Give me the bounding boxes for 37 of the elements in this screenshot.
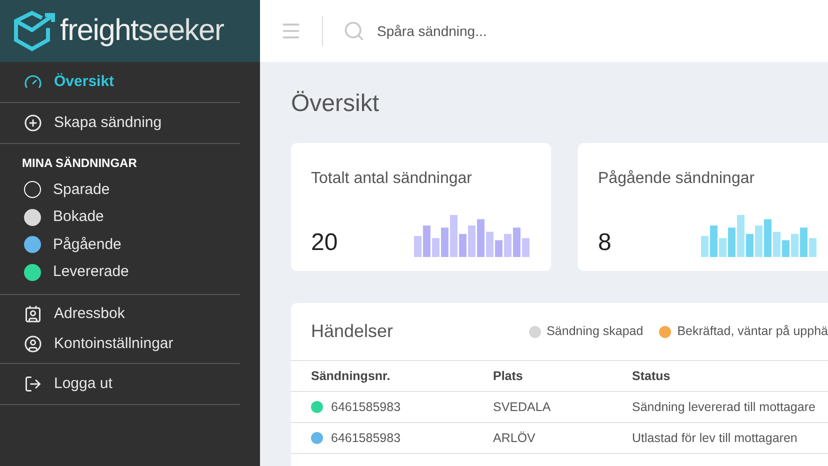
stat-value: 8 — [598, 229, 612, 257]
user-circle-icon — [24, 335, 42, 353]
logout-button[interactable]: Logga ut — [0, 364, 260, 404]
logo[interactable]: freightseeker — [0, 0, 260, 62]
card-title: Pågående sändningar — [598, 169, 756, 189]
legend-label: Bekräftad, väntar på upphä — [677, 323, 828, 340]
plus-circle-icon — [24, 114, 42, 132]
table-cell-text: Utlastad för lev till mottagaren — [632, 430, 798, 447]
logout-icon — [24, 375, 42, 393]
search-icon — [343, 20, 365, 42]
table-cell-text: 6461585983 — [331, 398, 401, 416]
box-logo-icon — [12, 10, 56, 52]
column-header: Plats — [493, 368, 524, 385]
sidebar-item[interactable]: Bokade — [0, 204, 260, 231]
gauge-icon — [24, 73, 42, 91]
column-header: Status — [632, 368, 672, 385]
legend-label: Sändning skapad — [546, 323, 644, 340]
sidebar-item[interactable]: Pågående — [0, 231, 260, 258]
section-heading: MINA SÄNDNINGAR — [21, 155, 138, 172]
table-cell-text: Sändning levererad till mottagare — [632, 398, 816, 416]
table-cell-text: SVEDALA — [493, 398, 552, 416]
sidebar-item[interactable]: Kontoinställningar — [0, 329, 174, 359]
stat-value: 20 — [311, 229, 338, 257]
search-field[interactable]: Spåra sändning... — [377, 20, 677, 42]
sidebar-item[interactable]: Levererade — [0, 258, 260, 286]
card-title: Totalt antal sändningar — [311, 169, 473, 189]
sidebar-item[interactable]: Skapa sändning — [0, 103, 260, 143]
sidebar-item[interactable]: Sparade — [0, 176, 260, 204]
contact-card-icon — [24, 305, 42, 323]
sidebar-item[interactable]: Adressbok — [0, 299, 125, 329]
table-cell-text: ARLÖV — [493, 430, 536, 447]
card-title: Händelser — [311, 320, 394, 343]
table-cell-text: 6461585983 — [331, 430, 401, 447]
brand-name: freightseeker — [60, 16, 224, 46]
page-title: Översikt — [291, 89, 380, 119]
sidebar-item[interactable]: Översikt — [0, 62, 260, 102]
column-header: Sändningsnr. — [311, 368, 392, 385]
